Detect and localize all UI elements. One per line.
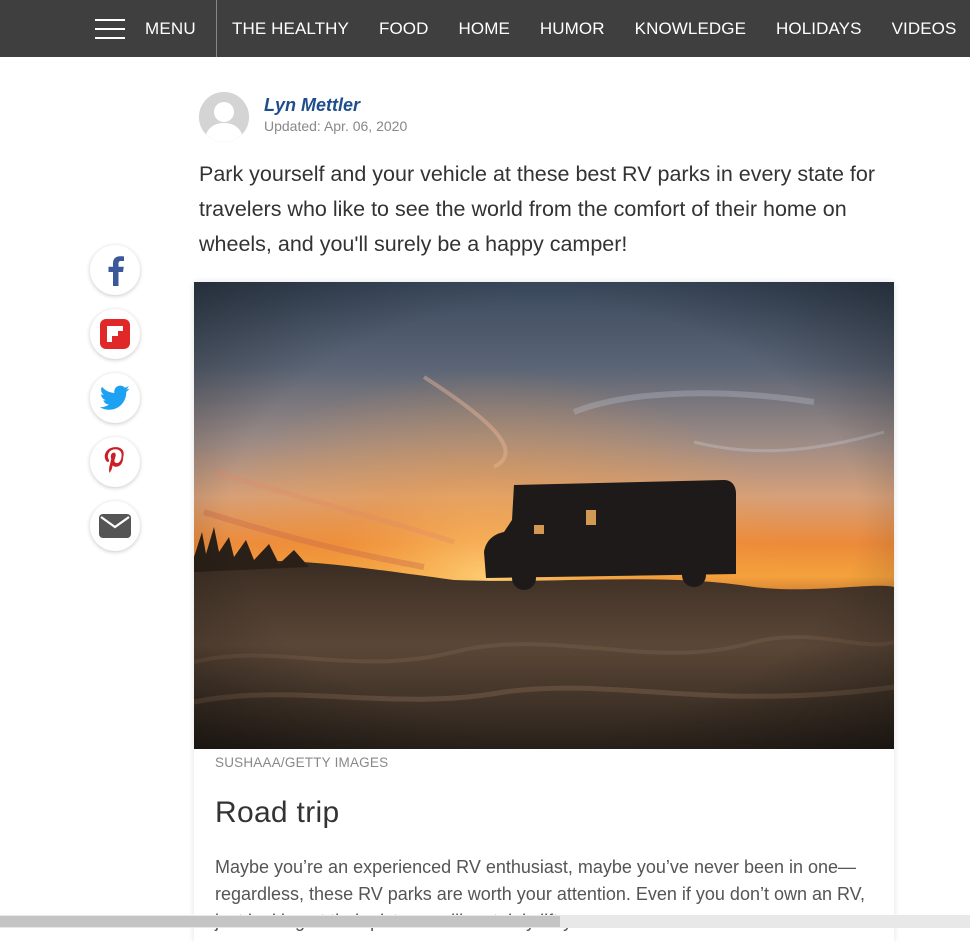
nav-link-humor[interactable]: HUMOR: [540, 19, 605, 39]
author-avatar[interactable]: [199, 92, 249, 142]
flipboard-icon: [100, 319, 130, 349]
facebook-icon: [108, 256, 124, 286]
article-dek: Park yourself and your vehicle at these …: [199, 162, 875, 256]
section-title: Road trip: [215, 796, 340, 829]
facebook-share-button[interactable]: [90, 245, 140, 295]
author-name-link[interactable]: Lyn Mettler: [264, 95, 360, 116]
nav-link-videos[interactable]: VIDEOS: [892, 19, 957, 39]
nav-link-the-healthy[interactable]: THE HEALTHY: [232, 19, 349, 39]
twitter-share-button[interactable]: [90, 373, 140, 423]
nav-link-knowledge[interactable]: KNOWLEDGE: [635, 19, 746, 39]
user-silhouette-icon: [199, 92, 249, 142]
nav-link-food[interactable]: FOOD: [379, 19, 429, 39]
scrollbar-thumb[interactable]: [0, 916, 560, 927]
hamburger-icon[interactable]: [95, 18, 125, 39]
flipboard-share-button[interactable]: [90, 309, 140, 359]
rv-sunset-photo[interactable]: [194, 282, 894, 749]
email-share-button[interactable]: [90, 501, 140, 551]
nav-divider: [216, 0, 217, 57]
nav-link-holidays[interactable]: HOLIDAYS: [776, 19, 862, 39]
twitter-icon: [100, 385, 130, 410]
pinterest-share-button[interactable]: [90, 437, 140, 487]
updated-date: Updated: Apr. 06, 2020: [264, 118, 408, 134]
photo-credit: SUSHAAA/GETTY IMAGES: [215, 755, 389, 770]
menu-label[interactable]: MENU: [145, 19, 196, 39]
menu-button[interactable]: MENU: [95, 0, 196, 57]
pinterest-icon: [104, 447, 124, 473]
nav-links: THE HEALTHY FOOD HOME HUMOR KNOWLEDGE HO…: [232, 0, 970, 57]
top-nav: MENU THE HEALTHY FOOD HOME HUMOR KNOWLED…: [0, 0, 970, 57]
email-icon: [99, 514, 131, 538]
article-card: SUSHAAA/GETTY IMAGES Road trip Maybe you…: [194, 282, 894, 942]
nav-link-home[interactable]: HOME: [459, 19, 510, 39]
horizontal-scrollbar[interactable]: [0, 915, 970, 928]
